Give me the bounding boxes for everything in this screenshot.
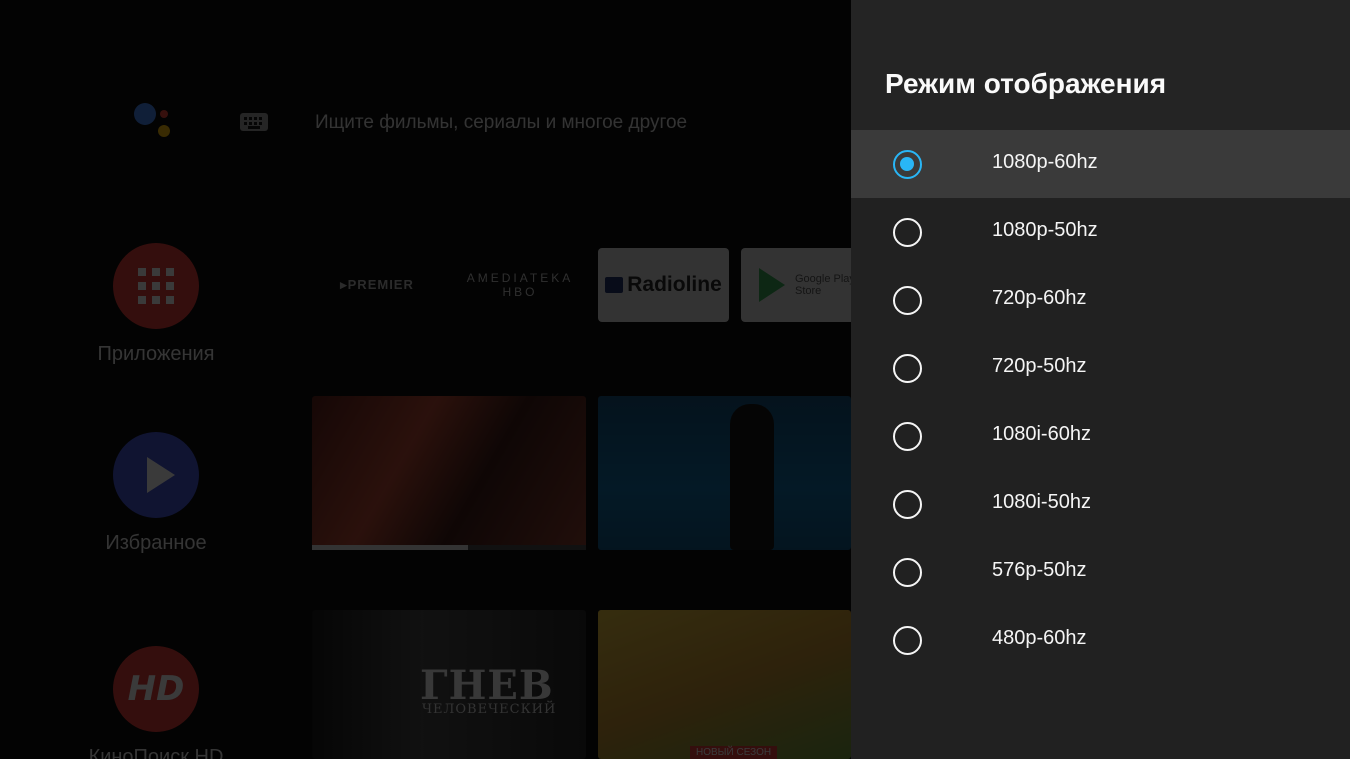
sidebar-item-label: КиноПоиск HD (88, 746, 224, 759)
play-icon (113, 432, 199, 518)
sidebar-item-label: Приложения (97, 343, 215, 365)
radio-unselected-icon[interactable] (893, 354, 922, 383)
thumbnail-movie[interactable]: ГНЕВ ЧЕЛОВЕЧЕСКИЙ (312, 610, 586, 759)
display-mode-option[interactable]: 1080p-50hz (851, 198, 1350, 266)
radioline-logo: Radioline (627, 273, 722, 296)
radio-icon (605, 277, 624, 293)
sidebar-item-label: Избранное (105, 532, 207, 554)
display-mode-option[interactable]: 480p-60hz (851, 606, 1350, 674)
play-store-label: Google Play Store (795, 273, 851, 297)
display-mode-option[interactable]: 576p-50hz (851, 538, 1350, 606)
search-input[interactable]: Ищите фильмы, сериалы и многое другое (315, 112, 687, 134)
display-mode-option[interactable]: 1080p-60hz (851, 130, 1350, 198)
option-label: 1080p-50hz (992, 219, 1098, 241)
display-mode-option[interactable]: 1080i-60hz (851, 402, 1350, 470)
apps-grid-icon (113, 243, 199, 329)
play-store-icon (759, 268, 785, 302)
display-mode-panel: Режим отображения 1080p-60hz 1080p-50hz 72… (851, 0, 1350, 759)
launcher-background: Ищите фильмы, сериалы и многое другое Пр… (0, 0, 851, 759)
option-label: 720p-60hz (992, 287, 1087, 309)
display-mode-option[interactable]: 1080i-50hz (851, 470, 1350, 538)
radio-unselected-icon[interactable] (893, 558, 922, 587)
display-mode-option[interactable]: 720p-60hz (851, 266, 1350, 334)
kinopoisk-hd-icon: HD (113, 646, 199, 732)
panel-header: Режим отображения (851, 0, 1350, 130)
google-assistant-icon[interactable] (132, 100, 178, 144)
amediateka-logo: AMEDIATEKA (466, 271, 574, 285)
movie-subtitle: ЧЕЛОВЕЧЕСКИЙ (422, 702, 557, 717)
radio-unselected-icon[interactable] (893, 490, 922, 519)
option-label: 720p-50hz (992, 355, 1087, 377)
display-mode-option[interactable]: 720p-50hz (851, 334, 1350, 402)
radio-unselected-icon[interactable] (893, 626, 922, 655)
hbo-logo: HBO (502, 285, 538, 299)
thumbnail-continue-watching[interactable] (312, 396, 586, 550)
thumbnail-recommendation[interactable] (598, 396, 851, 550)
sidebar-item-apps[interactable]: Приложения (80, 243, 232, 366)
radio-unselected-icon[interactable] (893, 286, 922, 315)
radio-selected-icon[interactable] (893, 150, 922, 179)
radio-unselected-icon[interactable] (893, 422, 922, 451)
channel-premier[interactable]: ▸PREMIER (312, 248, 442, 322)
option-label: 1080i-50hz (992, 491, 1091, 513)
channel-radioline[interactable]: Radioline (598, 248, 729, 322)
option-label: 1080i-60hz (992, 423, 1091, 445)
sidebar-item-kinopoisk[interactable]: HD КиноПоиск HD (80, 646, 232, 759)
watch-progress-bar (312, 545, 586, 550)
radio-unselected-icon[interactable] (893, 218, 922, 247)
option-label: 576p-50hz (992, 559, 1087, 581)
option-label: 1080p-60hz (992, 151, 1098, 173)
channel-play-store[interactable]: Google Play Store (741, 248, 851, 322)
thumbnail-series[interactable]: НОВЫЙ СЕЗОН (598, 610, 851, 759)
new-season-badge: НОВЫЙ СЕЗОН (690, 746, 778, 759)
keyboard-icon[interactable] (240, 113, 268, 131)
channel-amediateka[interactable]: AMEDIATEKA HBO (455, 248, 585, 322)
sidebar-item-favorites[interactable]: Избранное (80, 432, 232, 555)
panel-title: Режим отображения (885, 68, 1167, 99)
option-label: 480p-60hz (992, 627, 1087, 649)
